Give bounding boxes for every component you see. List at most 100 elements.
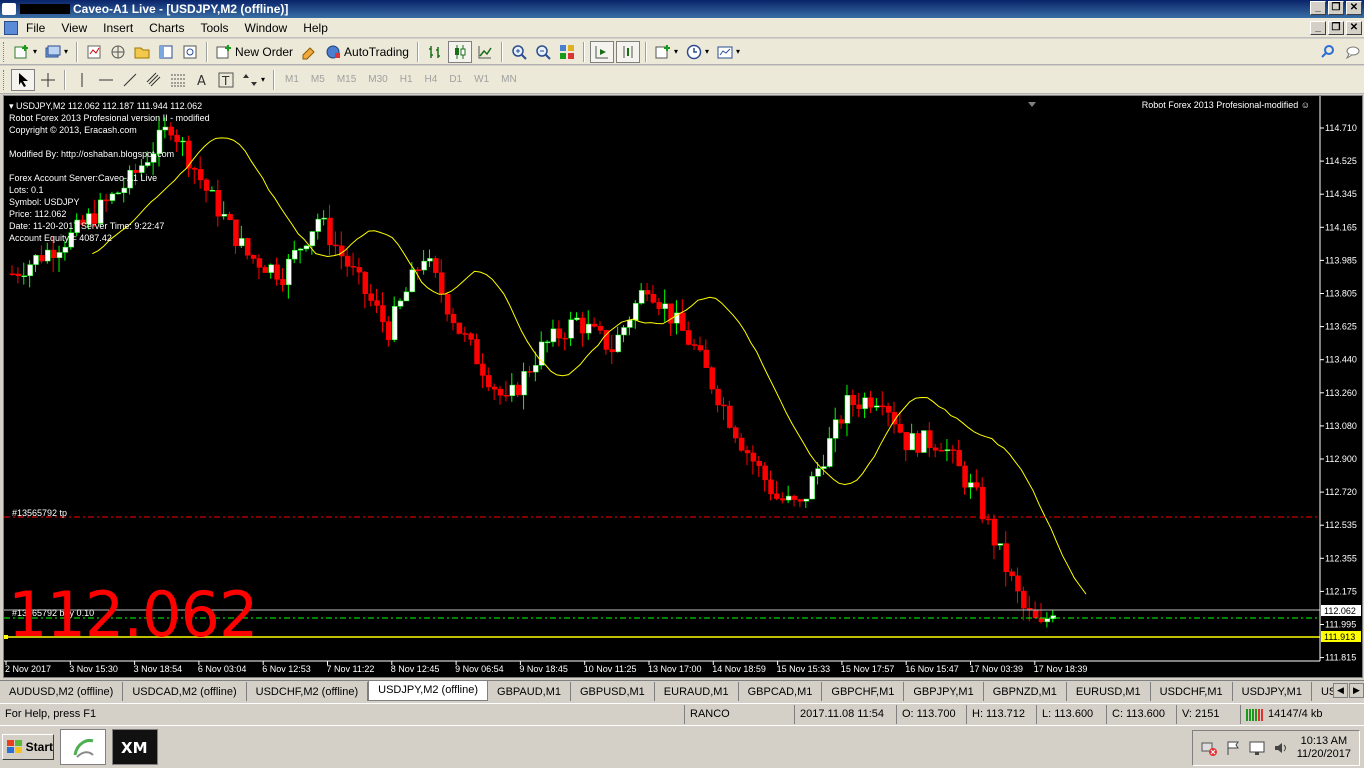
child-minimize-button[interactable]: _ bbox=[1310, 21, 1326, 35]
chart-shift-button[interactable] bbox=[615, 40, 640, 63]
period-d1[interactable]: D1 bbox=[443, 74, 468, 85]
tab-eurusd-m1[interactable]: EURUSD,M1 bbox=[1067, 682, 1151, 701]
line-chart-button[interactable] bbox=[474, 41, 496, 63]
price-axis-label: 113.440 bbox=[1325, 355, 1357, 365]
profiles-button[interactable]: ▾ bbox=[42, 41, 71, 63]
tab-usdjpy-m1[interactable]: USDJPY,M1 bbox=[1233, 682, 1312, 701]
price-axis-label: 112.355 bbox=[1325, 553, 1357, 563]
network-error-icon[interactable] bbox=[1201, 740, 1217, 756]
action-center-flag-icon[interactable] bbox=[1225, 740, 1241, 756]
metaeditor-button[interactable] bbox=[298, 41, 320, 63]
menu-view[interactable]: View bbox=[53, 21, 95, 35]
child-restore-button[interactable]: ❐ bbox=[1328, 21, 1344, 35]
status-connection[interactable]: 14147/4 kb bbox=[1240, 704, 1364, 724]
period-h4[interactable]: H4 bbox=[419, 74, 444, 85]
child-close-button[interactable]: ✕ bbox=[1346, 21, 1362, 35]
autotrading-button[interactable]: AutoTrading bbox=[322, 41, 412, 63]
minimize-button[interactable]: _ bbox=[1310, 1, 1326, 15]
tab-gbpchf-m1[interactable]: GBPCHF,M1 bbox=[822, 682, 905, 701]
horizontal-line-button[interactable] bbox=[95, 69, 117, 91]
terminal-button[interactable] bbox=[155, 41, 177, 63]
candle-body bbox=[697, 345, 704, 351]
time-axis-label: 8 Nov 12:45 bbox=[391, 664, 440, 674]
document-icon[interactable] bbox=[4, 20, 18, 35]
periods-button[interactable]: ▾ bbox=[683, 41, 712, 63]
period-h1[interactable]: H1 bbox=[394, 74, 419, 85]
search-button[interactable] bbox=[1317, 41, 1339, 63]
tab-usdchf-m1[interactable]: USDCHF,M1 bbox=[1151, 682, 1233, 701]
price-chart[interactable]: 114.710 114.525 114.345 114.165 113.985 113.8… bbox=[3, 95, 1363, 678]
candle-body bbox=[897, 423, 904, 433]
profiles-icon bbox=[45, 45, 61, 57]
restore-button[interactable]: ❐ bbox=[1328, 1, 1344, 15]
equidistant-channel-button[interactable] bbox=[143, 69, 165, 91]
menu-insert[interactable]: Insert bbox=[95, 21, 141, 35]
toolbar-grip[interactable] bbox=[3, 41, 6, 62]
fibonacci-button[interactable] bbox=[167, 69, 189, 91]
indicators-button[interactable]: ▾ bbox=[652, 41, 681, 63]
new-chart-button[interactable]: ▾ bbox=[11, 41, 40, 63]
period-m15[interactable]: M15 bbox=[331, 74, 362, 85]
tab-usdcad-m2[interactable]: USDCAD,M2 (offline) bbox=[123, 682, 247, 701]
auto-scroll-button[interactable] bbox=[589, 40, 614, 63]
tab-gbpaud-m1[interactable]: GBPAUD,M1 bbox=[488, 682, 571, 701]
tile-windows-button[interactable] bbox=[556, 41, 578, 63]
info-line: Account Equity = 4087.42 bbox=[9, 233, 112, 243]
tab-usdchf-m2[interactable]: USDCHF,M2 (offline) bbox=[247, 682, 369, 701]
taskbar-app-browser[interactable] bbox=[60, 729, 106, 765]
templates-button[interactable]: ▾ bbox=[714, 41, 743, 63]
close-button[interactable]: ✕ bbox=[1346, 1, 1362, 15]
taskbar-app-xm[interactable]: XM bbox=[112, 729, 158, 765]
tab-scroll-left-button[interactable]: ◀ bbox=[1333, 683, 1348, 698]
system-clock[interactable]: 10:13 AM 11/20/2017 bbox=[1297, 735, 1351, 761]
trendline-button[interactable] bbox=[119, 69, 141, 91]
arrows-button[interactable]: ▾ bbox=[239, 69, 268, 91]
clock-icon bbox=[686, 44, 702, 59]
market-watch-button[interactable] bbox=[83, 41, 105, 63]
zoom-in-button[interactable] bbox=[508, 41, 530, 63]
crosshair-button[interactable] bbox=[37, 69, 59, 91]
data-window-button[interactable] bbox=[107, 41, 129, 63]
menu-charts[interactable]: Charts bbox=[141, 21, 192, 35]
candlestick-chart-button[interactable] bbox=[447, 40, 472, 63]
new-order-button[interactable]: New Order bbox=[213, 41, 296, 63]
cursor-button[interactable] bbox=[11, 68, 35, 91]
strategy-tester-button[interactable] bbox=[179, 41, 201, 63]
period-m5[interactable]: M5 bbox=[305, 74, 331, 85]
navigator-button[interactable] bbox=[131, 41, 153, 63]
chat-button[interactable] bbox=[1341, 41, 1363, 63]
text-label-button[interactable]: T bbox=[215, 69, 237, 91]
start-button[interactable]: Start bbox=[2, 734, 54, 760]
menu-tools[interactable]: Tools bbox=[193, 21, 237, 35]
status-profile[interactable]: RANCO bbox=[684, 704, 794, 724]
tab-gbpnzd-m1[interactable]: GBPNZD,M1 bbox=[984, 682, 1067, 701]
candle-body bbox=[362, 271, 369, 295]
text-button[interactable]: A bbox=[191, 69, 213, 91]
connection-bars-icon bbox=[1246, 709, 1263, 721]
menu-help[interactable]: Help bbox=[295, 21, 336, 35]
price-axis-label: 114.525 bbox=[1325, 156, 1357, 166]
period-m30[interactable]: M30 bbox=[362, 74, 393, 85]
candle-body bbox=[321, 217, 327, 220]
tab-scroll-right-button[interactable]: ▶ bbox=[1349, 683, 1364, 698]
toolbar-grip-2[interactable] bbox=[3, 69, 6, 90]
tab-gbpjpy-m1[interactable]: GBPJPY,M1 bbox=[904, 682, 984, 701]
tab-usdjpy-m2[interactable]: USDJPY,M2 (offline) bbox=[368, 681, 489, 701]
period-mn[interactable]: MN bbox=[495, 74, 523, 85]
bar-chart-button[interactable] bbox=[424, 41, 446, 63]
menu-file[interactable]: File bbox=[18, 21, 53, 35]
display-icon[interactable] bbox=[1249, 740, 1265, 756]
time-axis-label: 2 Nov 2017 bbox=[5, 664, 51, 674]
expert-advisor-label[interactable]: Robot Forex 2013 Profesional-modified ☺ bbox=[1142, 100, 1310, 110]
zoom-out-button[interactable] bbox=[532, 41, 554, 63]
tab-gbpcad-m1[interactable]: GBPCAD,M1 bbox=[739, 682, 823, 701]
vertical-line-button[interactable] bbox=[71, 69, 93, 91]
period-m1[interactable]: M1 bbox=[279, 74, 305, 85]
menu-window[interactable]: Window bbox=[237, 21, 296, 35]
period-w1[interactable]: W1 bbox=[468, 74, 495, 85]
tab-audusd-m2[interactable]: AUDUSD,M2 (offline) bbox=[0, 682, 124, 701]
tab-euraud-m1[interactable]: EURAUD,M1 bbox=[655, 682, 739, 701]
candle-body bbox=[927, 430, 933, 449]
volume-icon[interactable] bbox=[1273, 740, 1289, 756]
tab-gbpusd-m1[interactable]: GBPUSD,M1 bbox=[571, 682, 655, 701]
